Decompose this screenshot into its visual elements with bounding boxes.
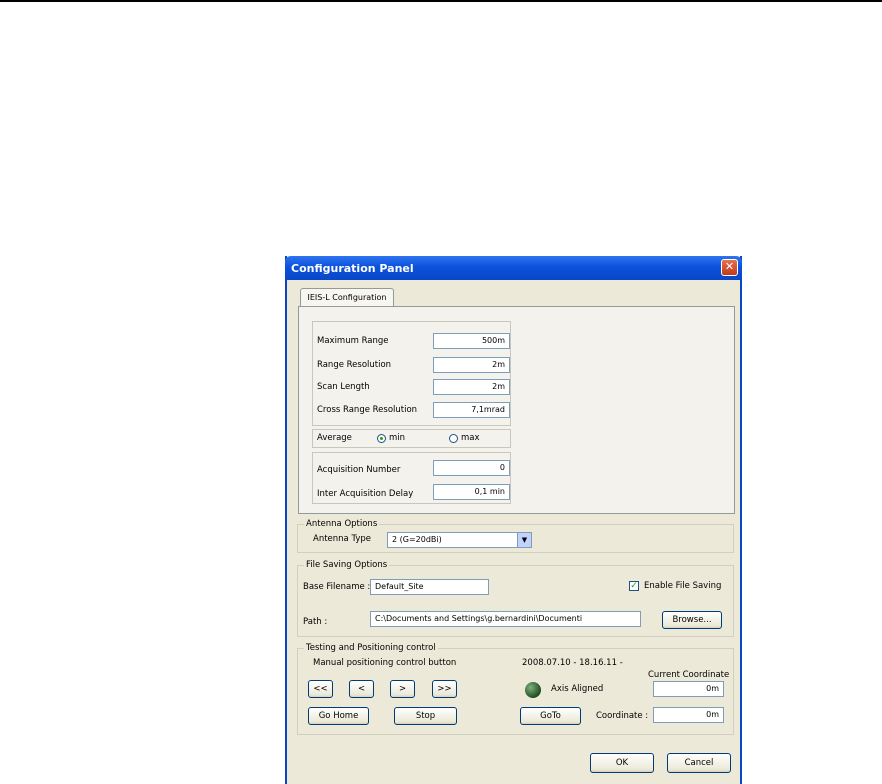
browse-button[interactable]: Browse...	[662, 611, 722, 629]
axis-status-led	[525, 682, 541, 698]
coordinate-label: Coordinate :	[596, 711, 649, 721]
inter-acquisition-delay-field[interactable]: 0,1 min	[433, 484, 510, 500]
axis-status-label: Axis Aligned	[551, 684, 604, 694]
max-range-label: Maximum Range	[317, 336, 389, 346]
range-settings-box: Maximum Range 500m Range Resolution 2m S…	[312, 321, 511, 426]
chevron-down-icon[interactable]: ▼	[517, 533, 531, 547]
enable-file-saving-checkbox[interactable]: ✓	[629, 581, 639, 591]
timestamp-label: 2008.07.10 - 18.16.11 -	[522, 658, 623, 668]
checkmark-icon: ✓	[630, 581, 638, 591]
current-coordinate-label: Current Coordinate	[648, 670, 730, 680]
page-top-rule	[0, 0, 882, 2]
file-saving-options-group: File Saving Options Base Filename : Defa…	[297, 560, 734, 637]
ok-button[interactable]: OK	[590, 753, 654, 773]
acquisition-box: Acquisition Number 0 Inter Acquisition D…	[312, 452, 511, 504]
average-min-radio[interactable]	[377, 434, 386, 443]
fast-backward-button[interactable]: <<	[308, 680, 333, 698]
fast-forward-button[interactable]: >>	[432, 680, 457, 698]
coordinate-input[interactable]: 0m	[653, 707, 724, 723]
manual-positioning-label: Manual positioning control button	[313, 658, 457, 668]
file-saving-options-legend: File Saving Options	[304, 560, 390, 570]
configuration-dialog: Configuration Panel ✕ IEIS-L Configurati…	[285, 256, 742, 784]
base-filename-input[interactable]: Default_Site	[370, 579, 489, 595]
acquisition-number-label: Acquisition Number	[317, 465, 401, 475]
average-min-label: min	[389, 433, 406, 443]
go-home-button[interactable]: Go Home	[308, 707, 369, 725]
antenna-options-group: Antenna Options Antenna Type 2 (G=20dBi)…	[297, 519, 734, 553]
base-filename-label: Base Filename :	[303, 582, 371, 592]
inter-acquisition-delay-label: Inter Acquisition Delay	[317, 489, 414, 499]
cancel-button[interactable]: Cancel	[667, 753, 731, 773]
average-max-label: max	[461, 433, 480, 443]
range-resolution-field[interactable]: 2m	[433, 357, 510, 373]
testing-positioning-legend: Testing and Positioning control	[304, 643, 438, 653]
step-backward-button[interactable]: <	[349, 680, 374, 698]
path-label: Path :	[303, 617, 328, 627]
range-resolution-label: Range Resolution	[317, 360, 392, 370]
current-coordinate-field: 0m	[653, 681, 724, 697]
acquisition-number-field[interactable]: 0	[433, 460, 510, 476]
average-max-radio[interactable]	[449, 434, 458, 443]
tab-panel: Maximum Range 500m Range Resolution 2m S…	[298, 306, 735, 514]
antenna-type-label: Antenna Type	[313, 534, 371, 544]
average-box: Average min max	[312, 429, 511, 448]
average-label: Average	[317, 433, 352, 443]
step-forward-button[interactable]: >	[390, 680, 415, 698]
max-range-field[interactable]: 500m	[433, 333, 510, 349]
testing-positioning-group: Testing and Positioning control Manual p…	[297, 643, 734, 735]
goto-button[interactable]: GoTo	[520, 707, 581, 725]
path-input[interactable]: C:\Documents and Settings\g.bernardini\D…	[370, 611, 641, 627]
antenna-type-value: 2 (G=20dBi)	[392, 535, 442, 544]
cross-range-resolution-label: Cross Range Resolution	[317, 405, 418, 415]
stop-button[interactable]: Stop	[394, 707, 457, 725]
cross-range-resolution-field[interactable]: 7,1mrad	[433, 402, 510, 418]
antenna-options-legend: Antenna Options	[304, 519, 380, 529]
scan-length-label: Scan Length	[317, 382, 370, 392]
close-icon: ✕	[724, 260, 735, 273]
close-button[interactable]: ✕	[721, 259, 738, 276]
enable-file-saving-label: Enable File Saving	[644, 581, 722, 591]
tab-ieis-l-configuration[interactable]: IEIS-L Configuration	[300, 288, 394, 307]
antenna-type-select[interactable]: 2 (G=20dBi) ▼	[387, 532, 532, 548]
scan-length-field[interactable]: 2m	[433, 379, 510, 395]
dialog-title: Configuration Panel	[291, 262, 414, 275]
title-bar[interactable]: Configuration Panel ✕	[285, 256, 742, 280]
